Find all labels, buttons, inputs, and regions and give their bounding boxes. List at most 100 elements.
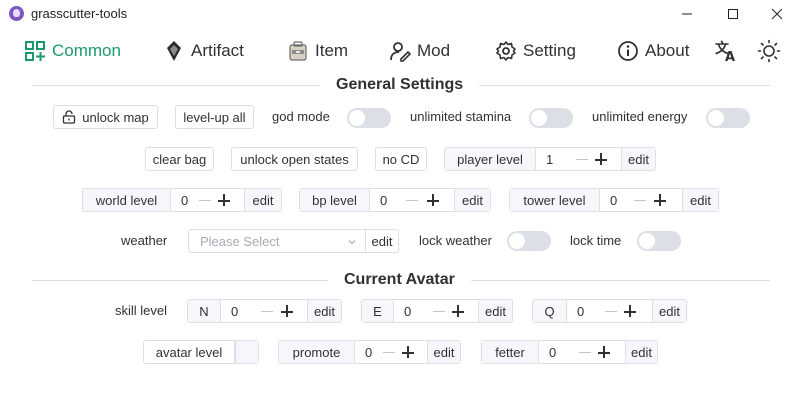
tab-setting-label: Setting [523, 41, 576, 60]
fetter-label: fetter [482, 341, 539, 363]
promote-edit-button[interactable]: edit [427, 341, 460, 363]
svg-text:A: A [725, 50, 735, 63]
tower-level-group: tower level 0 edit [509, 188, 719, 212]
skill-n-key: N [188, 300, 221, 322]
tab-about-label: About [645, 41, 690, 60]
plus-icon-vertical [432, 194, 434, 206]
minus-icon[interactable] [383, 352, 395, 353]
minus-icon[interactable] [634, 200, 646, 201]
info-icon [618, 41, 638, 61]
skill-n-input[interactable]: 0 [221, 300, 307, 322]
skill-q-input[interactable]: 0 [567, 300, 652, 322]
no-cd-button[interactable]: no CD [375, 147, 427, 171]
dashboard-icon [25, 41, 45, 61]
tab-common-label: Common [52, 41, 121, 60]
bp-level-label: bp level [300, 189, 370, 211]
player-level-input[interactable]: 1 [536, 148, 621, 170]
unlimited-stamina-switch[interactable] [529, 108, 573, 128]
lock-time-switch[interactable] [637, 231, 681, 251]
fetter-value: 0 [549, 344, 557, 360]
current-avatar-title: Current Avatar [328, 271, 471, 289]
promote-group: promote 0 edit [278, 340, 461, 364]
theme-icon[interactable] [757, 39, 781, 63]
plus-icon-vertical [457, 305, 459, 317]
tab-about[interactable]: About [617, 34, 689, 68]
player-level-edit-button[interactable]: edit [621, 148, 655, 170]
window-title: grasscutter-tools [31, 6, 128, 21]
maximize-button[interactable] [710, 0, 756, 28]
bp-level-value: 0 [380, 192, 388, 208]
unlimited-energy-label: unlimited energy [592, 109, 688, 124]
bp-level-input[interactable]: 0 [370, 189, 454, 211]
unlimited-energy-switch[interactable] [706, 108, 750, 128]
minus-icon[interactable] [605, 311, 617, 312]
level-up-all-button[interactable]: level-up all [175, 105, 254, 129]
minus-icon[interactable] [433, 311, 445, 312]
unlock-map-button[interactable]: unlock map [53, 105, 158, 129]
skill-n-edit-button[interactable]: edit [307, 300, 341, 322]
skill-n-value: 0 [231, 303, 239, 319]
skill-e-edit-button[interactable]: edit [478, 300, 512, 322]
world-level-edit-button[interactable]: edit [244, 189, 281, 211]
skill-n-group: N 0 edit [187, 299, 342, 323]
bp-level-edit-button[interactable]: edit [454, 189, 490, 211]
minus-icon[interactable] [199, 200, 211, 201]
lock-weather-switch[interactable] [507, 231, 551, 251]
world-level-value: 0 [181, 192, 189, 208]
avatar-level-label: avatar level [144, 341, 235, 363]
minus-icon[interactable] [406, 200, 418, 201]
skill-e-input[interactable]: 0 [394, 300, 478, 322]
weather-edit-button[interactable]: edit [366, 229, 399, 253]
god-mode-switch[interactable] [347, 108, 391, 128]
player-level-value: 1 [546, 151, 554, 167]
maximize-icon [728, 9, 738, 19]
fetter-edit-button[interactable]: edit [625, 341, 657, 363]
app-logo-icon [9, 6, 24, 21]
close-button[interactable] [754, 0, 800, 28]
promote-value: 0 [365, 344, 373, 360]
unlock-icon [63, 110, 76, 124]
tab-artifact[interactable]: Artifact [163, 34, 244, 68]
general-settings-title: General Settings [320, 76, 480, 94]
tower-level-input[interactable]: 0 [600, 189, 682, 211]
tower-level-value: 0 [610, 192, 618, 208]
world-level-input[interactable]: 0 [171, 189, 244, 211]
tab-setting[interactable]: Setting [495, 34, 576, 68]
tab-mod[interactable]: Mod [389, 34, 450, 68]
weather-label: weather [121, 233, 168, 248]
weather-select-placeholder: Please Select [200, 233, 280, 249]
player-level-group: player level 1 edit [444, 147, 656, 171]
promote-input[interactable]: 0 [355, 341, 427, 363]
tower-level-edit-button[interactable]: edit [682, 189, 718, 211]
minus-icon[interactable] [261, 311, 273, 312]
skill-q-edit-button[interactable]: edit [652, 300, 686, 322]
tower-level-label: tower level [510, 189, 600, 211]
plus-icon-vertical [286, 305, 288, 317]
minus-icon[interactable] [576, 159, 588, 160]
minimize-button[interactable] [664, 0, 710, 28]
title-bar: grasscutter-tools [0, 0, 800, 28]
promote-label: promote [279, 341, 355, 363]
clear-bag-button[interactable]: clear bag [145, 147, 214, 171]
tab-item-label: Item [315, 41, 349, 60]
skill-e-key: E [362, 300, 394, 322]
world-level-label: world level [83, 189, 171, 211]
plus-icon-vertical [600, 153, 602, 165]
plus-icon-vertical [659, 194, 661, 206]
skill-q-group: Q 0 edit [532, 299, 687, 323]
plus-icon-vertical [629, 305, 631, 317]
minus-icon[interactable] [579, 352, 591, 353]
unlock-open-states-button[interactable]: unlock open states [231, 147, 358, 171]
skill-q-key: Q [533, 300, 567, 322]
fetter-group: fetter 0 edit [481, 340, 658, 364]
avatar-level-input[interactable] [235, 341, 258, 363]
bp-level-group: bp level 0 edit [299, 188, 491, 212]
plus-icon-vertical [407, 346, 409, 358]
plus-icon-vertical [603, 346, 605, 358]
tab-common[interactable]: Common [24, 34, 121, 68]
tab-item[interactable]: Item [287, 34, 348, 68]
weather-select[interactable]: Please Select [188, 229, 366, 253]
skill-e-value: 0 [404, 303, 412, 319]
fetter-input[interactable]: 0 [539, 341, 625, 363]
translate-icon[interactable]: 文 A [714, 39, 738, 63]
